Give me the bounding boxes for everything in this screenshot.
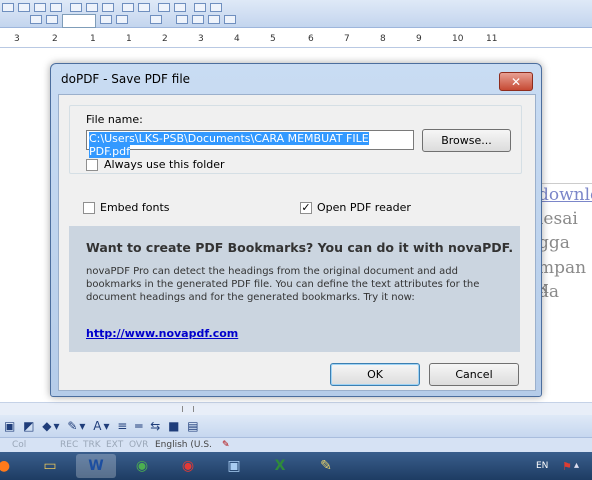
chrome-icon[interactable]: ◉ [122,454,162,478]
page-rule [540,183,592,184]
remote-desktop-icon[interactable]: ▣ [214,454,254,478]
print-icon[interactable] [18,3,30,12]
tool-a-icon[interactable] [150,15,162,24]
file-name-value: C:\Users\LKS-PSB\Documents\CARA MEMBUAT … [89,132,369,158]
undo-icon[interactable] [122,3,134,12]
file-name-group: File name: C:\Users\LKS-PSB\Documents\CA… [69,105,522,174]
ruler-number: 4 [234,34,240,44]
save-pdf-dialog: doPDF - Save PDF file ✕ File name: C:\Us… [50,63,542,397]
first-page-icon[interactable] [30,15,42,24]
ruler-number: 1 [126,34,132,44]
status-ext[interactable]: EXT [106,440,123,450]
ruler-number: 3 [14,34,20,44]
novapdf-link[interactable]: http://www.novapdf.com [86,327,238,340]
last-page-icon[interactable] [116,15,128,24]
ok-button[interactable]: OK [330,363,420,386]
windows-taskbar: ● ▭ W ◉ ◉ ▣ X ✎ EN ⚑ ▴ [0,452,592,480]
prev-page-icon[interactable] [46,15,58,24]
tool-c-icon[interactable] [192,15,204,24]
columns-icon[interactable] [174,3,186,12]
paste-icon[interactable] [102,3,114,12]
redo-icon[interactable] [138,3,150,12]
copy-icon[interactable] [86,3,98,12]
dialog-body: File name: C:\Users\LKS-PSB\Documents\CA… [58,94,536,391]
status-rec[interactable]: REC [60,440,78,450]
document-text-link[interactable]: downlo [538,185,592,205]
always-use-folder-label[interactable]: Always use this folder [104,158,225,171]
promo-heading: Want to create PDF Bookmarks? You can do… [86,240,514,255]
chrome-icon-2[interactable]: ◉ [168,454,208,478]
zoom-icon[interactable] [194,3,206,12]
document-text: lesai [538,209,578,229]
status-col: Col [12,440,27,450]
table-icon[interactable] [158,3,170,12]
spelling-status-icon[interactable]: ✎ [222,440,230,450]
paint-icon[interactable]: ✎ [306,454,346,478]
cut-icon[interactable] [70,3,82,12]
embed-fonts-checkbox[interactable] [83,202,95,214]
horizontal-scrollbar[interactable] [0,402,592,415]
flag-icon[interactable]: ⚑ [562,460,572,473]
cancel-button[interactable]: Cancel [429,363,519,386]
word-icon[interactable]: W [76,454,116,478]
close-button[interactable]: ✕ [499,72,533,91]
promo-body: novaPDF Pro can detect the headings from… [86,266,480,303]
tray-arrow-icon[interactable]: ▴ [574,460,579,471]
ruler-number: 3 [198,34,204,44]
ruler-number: 2 [162,34,168,44]
spelling-icon[interactable] [50,3,62,12]
status-trk[interactable]: TRK [83,440,101,450]
tool-d-icon[interactable] [208,15,220,24]
embed-fonts-label[interactable]: Embed fonts [100,201,170,214]
tool-e-icon[interactable] [224,15,236,24]
always-use-folder-checkbox[interactable] [86,159,98,171]
open-pdf-reader-label[interactable]: Open PDF reader [317,201,411,214]
ruler-number: 2 [52,34,58,44]
excel-icon[interactable]: X [260,454,300,478]
ruler-number: 7 [344,34,350,44]
scrollbar-grip[interactable] [182,406,194,412]
file-name-input[interactable]: C:\Users\LKS-PSB\Documents\CARA MEMBUAT … [86,130,414,158]
help-icon[interactable] [210,3,222,12]
status-ovr[interactable]: OVR [129,440,148,450]
drawing-toolbar: ▣ ◩ ◆▾ ✎▾ A▾ ≡ ═ ⇆ ■ ▤ [0,415,592,437]
status-language[interactable]: English (U.S. [155,440,212,450]
tray-language[interactable]: EN [536,461,548,471]
save-icon[interactable] [2,3,14,12]
novapdf-promo: Want to create PDF Bookmarks? You can do… [69,226,520,352]
dialog-title: doPDF - Save PDF file [61,72,191,86]
open-pdf-reader-checkbox[interactable]: ✓ [300,202,312,214]
browse-button[interactable]: Browse... [422,129,511,152]
ruler-number: 5 [270,34,276,44]
preview-icon[interactable] [34,3,46,12]
status-bar: Col REC TRK EXT OVR English (U.S. ✎ [0,437,592,453]
page-number-box[interactable] [62,14,96,28]
file-explorer-icon[interactable]: ▭ [30,454,70,478]
document-text: gga [538,233,570,253]
next-page-icon[interactable] [100,15,112,24]
ruler-number: 11 [486,34,498,44]
ruler-number: 6 [308,34,314,44]
ruler-number: 10 [452,34,464,44]
word-toolbar [0,0,592,28]
ruler-number: 1 [90,34,96,44]
ruler-number: 9 [416,34,422,44]
file-name-label: File name: [86,113,143,126]
firefox-icon[interactable]: ● [0,454,24,478]
horizontal-ruler[interactable]: 3 2 1 1 2 3 4 5 6 7 8 9 10 11 [0,33,592,48]
drawing-tools-icons[interactable]: ▣ ◩ ◆▾ ✎▾ A▾ ≡ ═ ⇆ ■ ▤ [4,419,201,433]
ruler-number: 8 [380,34,386,44]
tool-b-icon[interactable] [176,15,188,24]
navigation-toolbar [0,13,250,28]
